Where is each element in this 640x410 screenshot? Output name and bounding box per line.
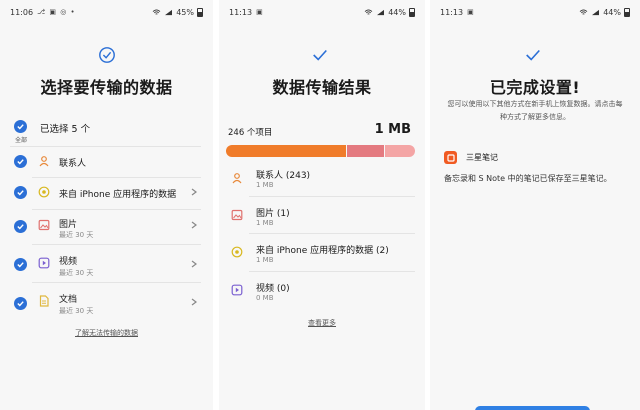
documents-checkbox[interactable]	[14, 297, 27, 310]
storage-bar-segment	[226, 145, 346, 157]
chevron-right-icon	[191, 188, 197, 196]
item-sub: 最近 30 天	[59, 231, 94, 239]
storage-usage-bar	[226, 145, 415, 157]
chevron-right-icon	[191, 221, 197, 229]
select-data-screen: 11:06 ⎇ ▣ ◎ • 45% 选择要传输的数据 全部 已选择 5 个 联系…	[0, 0, 213, 410]
notification-icons: ⎇ ▣ ◎ •	[37, 8, 76, 16]
chevron-right-icon	[191, 298, 197, 306]
status-time: 11:13	[440, 7, 464, 17]
notification-icons: ▣	[256, 8, 264, 16]
description-line: 种方式了解更多信息。	[500, 113, 570, 121]
check-icon	[17, 262, 24, 268]
app-name[interactable]: 三星笔记	[466, 152, 498, 163]
status-time: 11:06	[10, 7, 34, 17]
battery-icon	[197, 7, 203, 17]
check-circle-icon	[99, 47, 115, 63]
description: 您可以使用以下其他方式在新手机上恢复数据。请点击每 种方式了解更多信息。	[442, 98, 628, 124]
document-icon	[39, 295, 49, 307]
wifi-icon	[152, 8, 161, 15]
video-icon	[231, 284, 243, 296]
samsung-notes-icon	[444, 151, 457, 164]
divider	[249, 271, 415, 272]
check-icon	[17, 124, 24, 130]
done-button[interactable]	[475, 406, 590, 410]
selected-count: 已选择 5 个	[40, 124, 91, 135]
battery-percent: 44%	[603, 7, 621, 17]
select-all-label: 全部	[15, 137, 28, 144]
images-checkbox[interactable]	[14, 220, 27, 233]
divider	[32, 177, 201, 178]
item-size: 1 MB	[256, 256, 274, 264]
signal-icon	[592, 9, 600, 15]
item-label: 联系人 (243)	[256, 171, 311, 181]
divider	[32, 244, 201, 245]
battery-icon	[624, 7, 630, 17]
divider	[249, 233, 415, 234]
page-title: 数据传输结果	[272, 78, 372, 97]
person-icon	[39, 156, 49, 167]
signal-icon	[165, 9, 173, 15]
item-size: 0 MB	[256, 294, 274, 302]
description-line: 您可以使用以下其他方式在新手机上恢复数据。请点击每	[447, 100, 623, 108]
untransferable-data-link[interactable]: 了解无法传输的数据	[0, 328, 213, 338]
contacts-checkbox[interactable]	[14, 155, 27, 168]
item-label: 来自 iPhone 应用程序的数据	[59, 190, 177, 200]
item-size: 1 MB	[256, 181, 274, 189]
item-label: 图片	[59, 220, 78, 230]
select-all-checkbox[interactable]	[14, 120, 27, 133]
check-icon	[313, 49, 327, 61]
item-sub: 最近 30 天	[59, 307, 94, 315]
divider	[32, 282, 201, 283]
image-icon	[38, 219, 50, 231]
status-bar: 11:06 ⎇ ▣ ◎ • 45%	[10, 6, 203, 18]
transfer-result-screen: 11:13 ▣ 44% 数据传输结果 246 个项目 1 MB 联系人 (243…	[219, 0, 425, 410]
app-data-icon	[231, 246, 243, 258]
wifi-icon	[364, 8, 373, 15]
notification-icons: ▣	[467, 8, 475, 16]
person-icon	[232, 173, 242, 184]
item-label: 来自 iPhone 应用程序的数据 (2)	[256, 246, 389, 256]
check-icon	[17, 190, 24, 196]
battery-percent: 44%	[388, 7, 406, 17]
setup-complete-screen: 11:13 ▣ 44% 已完成设置! 您可以使用以下其他方式在新手机上恢复数据。…	[430, 0, 640, 410]
divider	[32, 209, 201, 210]
storage-bar-segment	[385, 145, 415, 157]
storage-bar-segment	[346, 145, 385, 157]
app-data-checkbox[interactable]	[14, 186, 27, 199]
item-sub: 最近 30 天	[59, 269, 94, 277]
item-label: 图片 (1)	[256, 209, 290, 219]
item-label: 视频 (0)	[256, 284, 290, 294]
status-bar: 11:13 ▣ 44%	[229, 6, 415, 18]
wifi-icon	[579, 8, 588, 15]
video-checkbox[interactable]	[14, 258, 27, 271]
item-size: 1 MB	[256, 219, 274, 227]
item-count: 246 个项目	[228, 128, 273, 138]
check-icon	[17, 159, 24, 165]
chevron-right-icon	[191, 260, 197, 268]
app-data-icon	[38, 186, 50, 198]
divider	[249, 196, 415, 197]
battery-percent: 45%	[176, 7, 194, 17]
status-time: 11:13	[229, 7, 253, 17]
check-icon	[17, 301, 24, 307]
check-icon	[526, 49, 540, 61]
page-title: 选择要传输的数据	[40, 78, 173, 97]
total-size: 1 MB	[374, 122, 411, 137]
check-icon	[17, 224, 24, 230]
video-icon	[38, 257, 50, 269]
item-label: 视频	[59, 257, 78, 267]
page-title: 已完成设置!	[489, 78, 581, 97]
divider	[10, 146, 201, 147]
image-icon	[231, 209, 243, 221]
item-label: 文档	[59, 295, 78, 305]
battery-icon	[409, 7, 415, 17]
item-label: 联系人	[59, 159, 87, 169]
status-bar: 11:13 ▣ 44%	[440, 6, 630, 18]
view-more-link[interactable]: 查看更多	[219, 318, 425, 328]
signal-icon	[377, 9, 385, 15]
app-description: 备忘录和 S Note 中的笔记已保存至三星笔记。	[444, 174, 612, 183]
